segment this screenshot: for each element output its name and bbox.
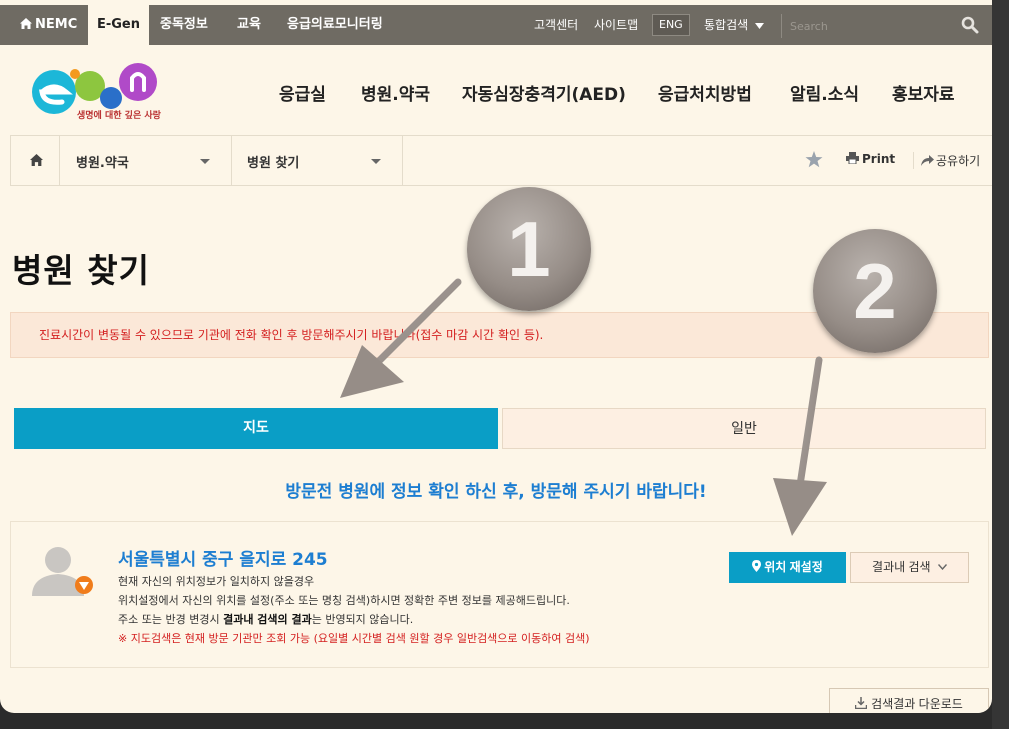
screen: NEMC E-Gen 중독정보 교육 응급의료모니터링 고객센터 사이트맵 EN… [0, 0, 1009, 729]
gnb-emergency-room[interactable]: 응급실 [279, 80, 326, 105]
logo-tagline: 생명에 대한 깊은 사랑 [77, 111, 161, 121]
tab-general[interactable]: 일반 [502, 408, 986, 449]
gnb-hospital-pharmacy[interactable]: 병원.약국 [361, 80, 430, 105]
current-address: 서울특별시 중구 을지로 245 [118, 550, 328, 570]
caret-down-icon [755, 23, 764, 29]
window-right-edge [992, 0, 1009, 729]
map-pin-icon [752, 560, 762, 572]
location-desc-line3-post: 는 반영되지 않습니다. [311, 613, 414, 626]
location-desc-line3: 주소 또는 반경 변경시 결과내 검색의 결과는 반영되지 않습니다. [118, 611, 413, 627]
breadcrumb-home[interactable] [10, 136, 60, 185]
print-label: Print [862, 152, 896, 166]
customer-center-link[interactable]: 고객센터 [534, 5, 578, 45]
topnav-monitoring[interactable]: 응급의료모니터링 [287, 5, 383, 45]
search-within-results-button[interactable]: 결과내 검색 [850, 552, 969, 583]
tab-map[interactable]: 지도 [14, 408, 498, 449]
topnav-nemc-label: NEMC [35, 17, 78, 32]
annotation-badge-1: 1 [467, 187, 591, 311]
breadcrumb-level1-select[interactable]: 병원.약국 [60, 136, 232, 185]
page-title: 병원 찾기 [12, 251, 150, 290]
search-icon[interactable] [961, 16, 979, 34]
gnb-aed[interactable]: 자동심장충격기(AED) [462, 80, 626, 105]
topnav-egen[interactable]: E-Gen [88, 5, 149, 45]
download-results-label: 검색결과 다운로드 [871, 697, 963, 711]
topnav-education[interactable]: 교육 [237, 5, 261, 45]
breadcrumb-level2-label: 병원 찾기 [247, 156, 300, 171]
sitemap-link[interactable]: 사이트맵 [594, 5, 638, 45]
download-results-button[interactable]: 검색결과 다운로드 [829, 688, 989, 713]
search-input[interactable] [781, 14, 957, 38]
user-location-avatar-icon [32, 547, 93, 596]
share-button[interactable]: 공유하기 [913, 152, 980, 169]
map-search-warning: ※ 지도검색은 현재 방문 기관만 조회 가능 (요일별 시간별 검색 원할 경… [118, 632, 590, 645]
breadcrumb-level1-label: 병원.약국 [76, 156, 129, 171]
page: NEMC E-Gen 중독정보 교육 응급의료모니터링 고객센터 사이트맵 EN… [0, 0, 992, 713]
reset-location-label: 위치 재설정 [764, 560, 823, 574]
chevron-down-icon [200, 159, 210, 164]
star-icon[interactable] [805, 151, 823, 168]
guide-message: 방문전 병원에 정보 확인 하신 후, 방문해 주시기 바랍니다! [285, 482, 707, 502]
search-within-results-label: 결과내 검색 [872, 560, 931, 574]
share-label: 공유하기 [936, 154, 981, 168]
printer-icon [846, 152, 859, 165]
integrated-search-label: 통합검색 [704, 18, 749, 32]
breadcrumb-level2-select[interactable]: 병원 찾기 [232, 136, 403, 185]
chevron-down-icon [371, 159, 381, 164]
gnb-first-aid[interactable]: 응급처치방법 [658, 80, 752, 105]
gnb-news[interactable]: 알림.소식 [790, 80, 859, 105]
share-icon [921, 155, 934, 166]
breadcrumb: 병원.약국 병원 찾기 Print 공유하기 [10, 135, 992, 186]
annotation-badge-2: 2 [813, 229, 937, 353]
top-utility-bar: NEMC E-Gen 중독정보 교육 응급의료모니터링 고객센터 사이트맵 EN… [0, 5, 992, 45]
gnb-promotion[interactable]: 홍보자료 [892, 80, 955, 105]
location-desc-line2: 위치설정에서 자신의 위치를 설정(주소 또는 명칭 검색)하시면 정확한 주변… [118, 594, 570, 607]
print-button[interactable]: Print [846, 152, 895, 166]
location-desc-line3-pre: 주소 또는 반경 변경시 [118, 613, 224, 626]
topnav-poison-info[interactable]: 중독정보 [160, 5, 208, 45]
eng-button[interactable]: ENG [652, 14, 690, 36]
download-icon [854, 697, 868, 710]
integrated-search-dropdown[interactable]: 통합검색 [704, 5, 764, 45]
location-desc-line1: 현재 자신의 위치정보가 일치하지 않을경우 [118, 575, 315, 588]
chevron-down-icon [937, 564, 947, 571]
topnav-nemc[interactable]: NEMC [20, 5, 77, 45]
location-desc-line3-bold: 결과내 검색의 결과 [223, 613, 312, 626]
reset-location-button[interactable]: 위치 재설정 [729, 552, 846, 583]
home-icon [20, 18, 32, 29]
home-icon [30, 154, 43, 166]
